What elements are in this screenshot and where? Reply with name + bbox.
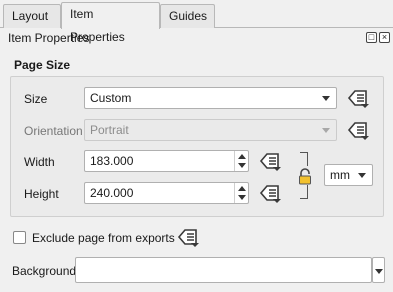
data-defined-override-icon[interactable] xyxy=(176,226,200,248)
tab-layout[interactable]: Layout xyxy=(3,4,61,28)
orientation-label: Orientation xyxy=(24,124,83,138)
height-value: 240.000 xyxy=(90,186,134,200)
chevron-down-icon xyxy=(322,128,330,133)
height-spinbox[interactable]: 240.000 xyxy=(84,182,249,204)
data-defined-override-icon[interactable] xyxy=(346,119,370,141)
chevron-down-icon xyxy=(375,269,383,274)
decrement-icon[interactable] xyxy=(238,163,246,168)
size-combo[interactable]: Custom xyxy=(84,87,337,109)
height-label: Height xyxy=(24,187,59,201)
width-label: Width xyxy=(24,155,55,169)
data-defined-override-icon[interactable] xyxy=(346,87,370,109)
units-combo[interactable]: mm xyxy=(324,164,373,186)
float-icon[interactable]: □ xyxy=(366,32,377,43)
increment-icon[interactable] xyxy=(238,154,246,159)
chevron-down-icon xyxy=(358,173,366,178)
increment-icon[interactable] xyxy=(238,186,246,191)
exclude-page-checkbox[interactable] xyxy=(13,231,26,244)
background-color-field[interactable] xyxy=(75,257,372,283)
ratio-lock-bracket-top xyxy=(300,152,308,166)
tab-bar: Layout Item Properties Guides xyxy=(0,0,393,44)
background-dropdown-button[interactable] xyxy=(372,257,385,283)
background-label: Background xyxy=(12,264,77,278)
orientation-combo-value: Portrait xyxy=(90,123,129,137)
width-spinbox[interactable]: 183.000 xyxy=(84,150,249,172)
size-label: Size xyxy=(24,92,48,106)
lock-icon[interactable] xyxy=(298,168,312,189)
page-size-group-title: Page Size xyxy=(14,58,71,72)
units-combo-value: mm xyxy=(330,168,350,182)
exclude-page-label[interactable]: Exclude page from exports xyxy=(32,231,175,245)
close-icon[interactable]: × xyxy=(379,32,390,43)
data-defined-override-icon[interactable] xyxy=(258,150,282,172)
tab-item-properties[interactable]: Item Properties xyxy=(61,2,160,44)
width-spin-buttons[interactable] xyxy=(234,151,248,171)
tab-guides[interactable]: Guides xyxy=(160,4,215,28)
orientation-combo[interactable]: Portrait xyxy=(84,119,337,141)
chevron-down-icon xyxy=(322,96,330,101)
width-value: 183.000 xyxy=(90,154,134,168)
data-defined-override-icon[interactable] xyxy=(258,182,282,204)
height-spin-buttons[interactable] xyxy=(234,183,248,203)
decrement-icon[interactable] xyxy=(238,195,246,200)
panel-title-buttons: □ × xyxy=(366,32,390,43)
size-combo-value: Custom xyxy=(90,91,132,105)
